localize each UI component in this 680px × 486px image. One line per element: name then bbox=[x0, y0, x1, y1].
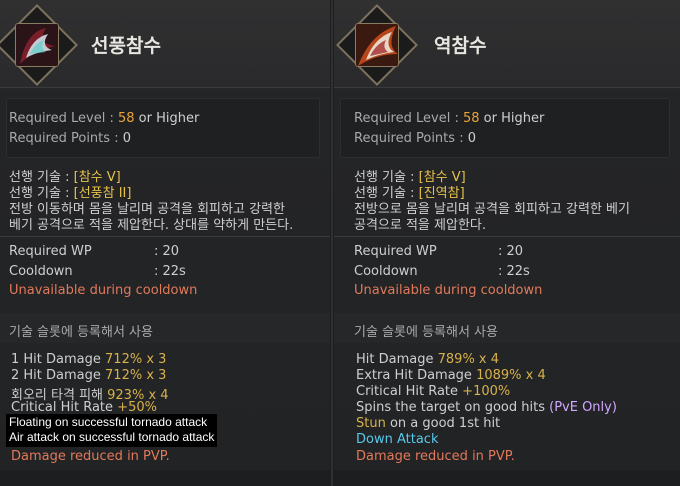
tooltip-overlay: Floating on successful tornado attack Ai… bbox=[6, 414, 218, 447]
effect-label: Spins the target on good hits bbox=[356, 400, 545, 415]
required-level-label: Required Level bbox=[9, 111, 106, 126]
tooltip-line-1: Floating on successful tornado attack bbox=[9, 415, 208, 429]
effect-label: Hit Damage bbox=[356, 352, 434, 367]
effect-label: Critical Hit Rate bbox=[11, 400, 114, 415]
skill-title: 선풍참수 bbox=[91, 35, 161, 57]
effect-label: 1 Hit Damage bbox=[11, 352, 101, 367]
required-level-row: Required Level : 58 or Higher bbox=[354, 111, 545, 126]
cooldown-value: : 22s bbox=[154, 264, 186, 279]
effect-row: Hit Damage 789% x 4 bbox=[356, 352, 499, 367]
required-level-label: Required Level bbox=[354, 111, 451, 126]
required-wp-value: : 20 bbox=[154, 244, 180, 259]
skill-slot-note: 기술 슬롯에 등록해서 사용 bbox=[9, 325, 153, 340]
effect-row: Extra Hit Damage 1089% x 4 bbox=[356, 368, 546, 383]
bottom-strip bbox=[334, 470, 680, 486]
pvp-note: Damage reduced in PVP. bbox=[356, 449, 515, 464]
required-level-row: Required Level : 58 or Higher bbox=[9, 111, 200, 126]
down-attack-note: Down Attack bbox=[356, 432, 439, 447]
tooltip-line-2: Air attack on successful tornado attack bbox=[9, 430, 215, 444]
required-level-suffix: or Higher bbox=[138, 111, 200, 126]
cooldown-label: Cooldown bbox=[354, 264, 418, 279]
skill-description-line-2: 공격으로 적을 제압한다. bbox=[354, 218, 486, 233]
cooldown-value: : 22s bbox=[498, 264, 530, 279]
effect-label: on a good 1st hit bbox=[389, 416, 501, 431]
effect-row: Spins the target on good hits (PvE Only) bbox=[356, 400, 617, 415]
effect-value: 712% x 3 bbox=[105, 352, 167, 367]
effect-row: Stun on a good 1st hit bbox=[356, 416, 500, 431]
effect-value: +50% bbox=[117, 400, 157, 415]
required-points-row: Required Points : 0 bbox=[354, 131, 476, 146]
effect-value: 712% x 3 bbox=[105, 368, 167, 383]
required-wp-value: : 20 bbox=[498, 244, 524, 259]
divider bbox=[0, 236, 330, 237]
reverse-slash-skill-icon bbox=[355, 23, 399, 67]
skill-description-line-2: 베기 공격으로 적을 제압한다. 상대를 약하게 만든다. bbox=[9, 218, 294, 233]
effect-row: 1 Hit Damage 712% x 3 bbox=[11, 352, 166, 367]
effect-row: Critical Hit Rate +50% bbox=[11, 400, 157, 415]
required-points-label: Required Points bbox=[354, 131, 456, 146]
required-level-value: 58 bbox=[117, 111, 135, 126]
pve-only-note: (PvE Only) bbox=[549, 400, 617, 415]
skill-slot-note: 기술 슬롯에 등록해서 사용 bbox=[354, 325, 498, 340]
unavailable-note: Unavailable during cooldown bbox=[9, 283, 198, 298]
effect-label: Critical Hit Rate bbox=[356, 384, 459, 399]
stun-keyword: Stun bbox=[356, 416, 386, 431]
required-points-label: Required Points bbox=[9, 131, 111, 146]
effect-value: 1089% x 4 bbox=[476, 368, 546, 383]
cooldown-label: Cooldown bbox=[9, 264, 73, 279]
required-points-value: 0 bbox=[467, 131, 476, 146]
required-points-value: 0 bbox=[122, 131, 131, 146]
requirements-box bbox=[340, 98, 670, 158]
skill-tooltip-left: 선풍참수 Required Level : 58 or Higher Requi… bbox=[0, 0, 330, 486]
effect-value: 789% x 4 bbox=[437, 352, 500, 367]
requirements-box bbox=[6, 98, 320, 158]
effect-row: Critical Hit Rate +100% bbox=[356, 384, 510, 399]
required-points-row: Required Points : 0 bbox=[9, 131, 131, 146]
bottom-strip bbox=[0, 470, 330, 486]
skill-tooltip-right: 역참수 Required Level : 58 or Higher Requir… bbox=[334, 0, 680, 486]
required-wp-label: Required WP bbox=[354, 244, 437, 259]
unavailable-note: Unavailable during cooldown bbox=[354, 283, 543, 298]
required-wp-label: Required WP bbox=[9, 244, 92, 259]
required-level-value: 58 bbox=[462, 111, 480, 126]
effect-row: 2 Hit Damage 712% x 3 bbox=[11, 368, 166, 383]
required-level-suffix: or Higher bbox=[483, 111, 545, 126]
divider bbox=[334, 236, 680, 237]
pvp-note: Damage reduced in PVP. bbox=[11, 449, 170, 464]
skill-title: 역참수 bbox=[434, 35, 487, 57]
effect-label: Extra Hit Damage bbox=[356, 368, 472, 383]
tornado-slash-skill-icon bbox=[15, 23, 59, 67]
effect-label: 2 Hit Damage bbox=[11, 368, 101, 383]
effect-value: +100% bbox=[462, 384, 511, 399]
